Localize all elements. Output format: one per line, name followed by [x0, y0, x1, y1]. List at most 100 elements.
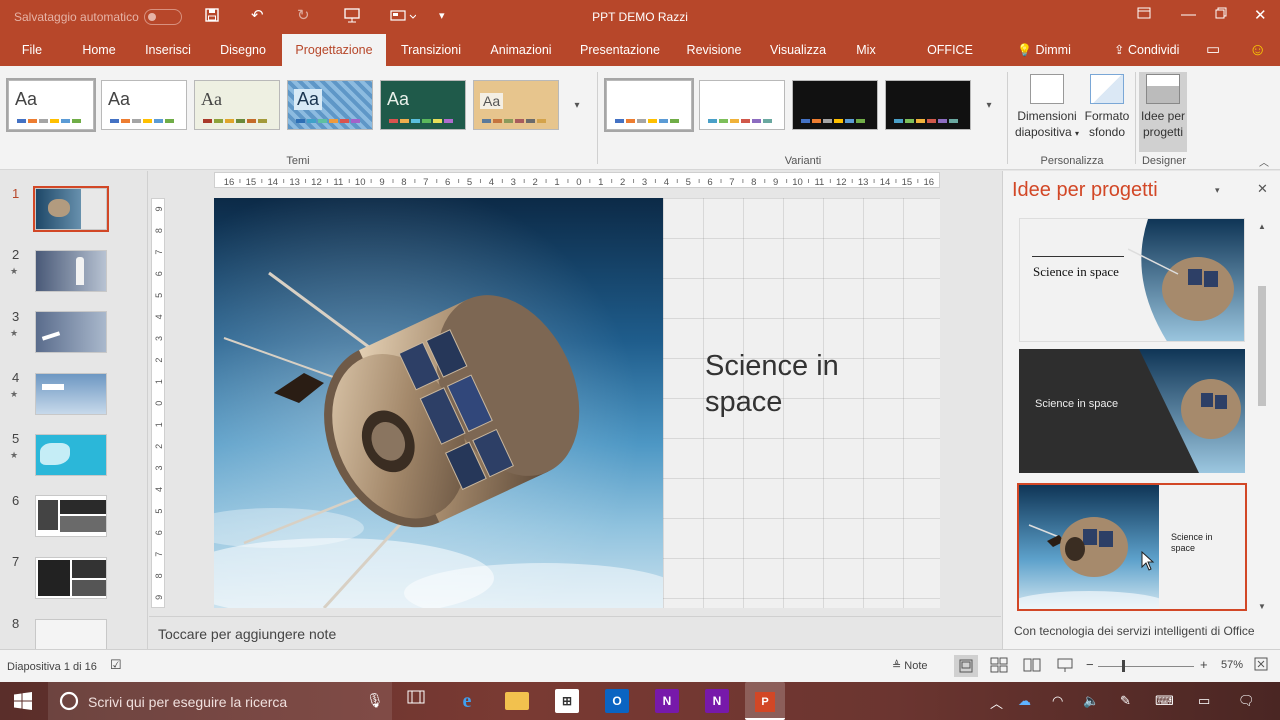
tell-me-box[interactable]: 💡 Dimmi	[1017, 34, 1071, 66]
slide-thumbnail-2[interactable]	[35, 250, 107, 292]
tab-transitions[interactable]: Transizioni	[395, 34, 467, 66]
pen-icon[interactable]: ✎	[1120, 693, 1131, 709]
tab-file[interactable]: File	[8, 34, 56, 66]
pane-close-icon[interactable]: ✕	[1257, 181, 1268, 197]
microphone-icon[interactable]: 🎙	[366, 692, 384, 709]
close-icon[interactable]: ✕	[1254, 6, 1267, 24]
spell-check-icon[interactable]: ☑	[110, 657, 122, 673]
tab-mix[interactable]: Mix	[848, 34, 884, 66]
network-icon[interactable]: ◠	[1052, 693, 1063, 709]
tab-home[interactable]: Home	[72, 34, 126, 66]
status-bar: Diapositiva 1 di 16 ☑ ≜ Note − + 57%	[0, 649, 1280, 682]
ruler-tick-label: 9	[154, 595, 164, 600]
restore-icon[interactable]	[1215, 6, 1227, 23]
format-background-button[interactable]: Formato sfondo	[1082, 72, 1132, 140]
tab-slideshow[interactable]: Presentazione	[575, 34, 665, 66]
current-slide[interactable]: Science in space	[214, 198, 940, 608]
zoom-slider-thumb[interactable]	[1122, 660, 1126, 672]
taskbar-window-icon[interactable]: ▭	[1198, 693, 1210, 709]
file-explorer-icon[interactable]	[505, 692, 529, 710]
notes-button[interactable]: ≜ Note	[892, 659, 928, 672]
photo-thumb	[60, 516, 106, 532]
onenote-2-icon[interactable]: N	[705, 689, 729, 713]
design-idea-1[interactable]: Science in space	[1019, 218, 1245, 342]
slide-sorter-icon[interactable]	[990, 657, 1008, 676]
store-icon[interactable]: ⊞	[555, 689, 579, 713]
notes-pane[interactable]: Toccare per aggiungere note	[149, 616, 1001, 649]
ruler-tick-label: 12	[836, 177, 847, 188]
variants-more-icon[interactable]: ▾	[977, 80, 1001, 132]
tab-animations[interactable]: Animazioni	[483, 34, 559, 66]
slide-thumbnail-8[interactable]	[35, 619, 107, 649]
slide-thumbnail-4[interactable]	[35, 373, 107, 415]
keyboard-icon[interactable]: ⌨	[1155, 693, 1174, 709]
action-center-icon[interactable]: 🗨	[1238, 693, 1255, 709]
theme-office-2[interactable]: Aa	[101, 80, 187, 130]
variant-2[interactable]	[699, 80, 785, 130]
slideshow-view-icon[interactable]	[1056, 657, 1074, 676]
zoom-percentage[interactable]: 57%	[1221, 659, 1243, 671]
zoom-in-icon[interactable]: +	[1200, 657, 1208, 672]
variant-3[interactable]	[792, 80, 878, 130]
powerpoint-taskbar-button[interactable]: P	[745, 682, 785, 720]
scrollbar-thumb[interactable]	[1258, 286, 1266, 406]
show-hidden-icons[interactable]: ︿	[990, 693, 1003, 712]
vertical-ruler: 9 8 7 6 5 4 3 2 1 0 1 2 3 4 5 6 7 8 9	[151, 198, 165, 608]
volume-icon[interactable]: 🔈	[1083, 693, 1099, 709]
variant-4[interactable]	[885, 80, 971, 130]
slide-size-button[interactable]: Dimensioni diapositiva ▾	[1012, 72, 1082, 142]
tab-insert[interactable]: Inserisci	[138, 34, 198, 66]
ruler-tick-label: 9	[154, 206, 164, 211]
design-pane-scrollbar[interactable]: ▲ ▼	[1255, 218, 1269, 614]
ribbon-display-icon[interactable]	[1137, 6, 1151, 24]
smiley-feedback-icon[interactable]: ☺	[1249, 34, 1266, 66]
normal-view-icon[interactable]	[954, 655, 978, 677]
theme-wood[interactable]: Aa	[473, 80, 559, 130]
slide-thumbnail-6[interactable]	[35, 495, 107, 537]
slide-number: 8	[12, 616, 20, 631]
design-idea-2[interactable]: Science in space	[1019, 349, 1245, 473]
theme-glyph: Aa	[294, 89, 323, 110]
comments-icon[interactable]: ▭	[1206, 34, 1220, 66]
design-idea-3[interactable]: Science in space	[1017, 483, 1247, 611]
onenote-icon[interactable]: N	[655, 689, 679, 713]
tab-view[interactable]: Visualizza	[764, 34, 832, 66]
fit-to-window-icon[interactable]	[1254, 657, 1268, 674]
themes-more-icon[interactable]: ▾	[565, 80, 589, 132]
outlook-icon[interactable]: O	[605, 689, 629, 713]
onedrive-icon[interactable]: ☁	[1018, 693, 1031, 709]
share-button[interactable]: ⇪ Condividi	[1114, 34, 1179, 66]
slide-title[interactable]: Science in space	[705, 348, 915, 420]
slide-number: 3	[12, 309, 20, 324]
slide-thumbnail-3[interactable]	[35, 311, 107, 353]
pane-options-icon[interactable]: ▾	[1215, 185, 1220, 196]
taskbar-search-box[interactable]: Scrivi qui per eseguire la ricerca 🎙	[48, 682, 392, 720]
theme-dark-green[interactable]: Aa	[380, 80, 466, 130]
tab-draw[interactable]: Disegno	[212, 34, 274, 66]
tab-office-remote[interactable]: OFFICE REMOTE	[899, 34, 1001, 89]
windows-start-icon[interactable]	[14, 692, 32, 713]
zoom-slider[interactable]	[1098, 666, 1194, 667]
ruler-tick-label: 0	[154, 401, 164, 406]
scroll-down-icon[interactable]: ▼	[1258, 602, 1266, 611]
edge-browser-icon[interactable]: e	[455, 689, 479, 713]
slide-thumbnail-5[interactable]	[35, 434, 107, 476]
task-view-icon[interactable]	[404, 689, 428, 713]
designer-group-label: Designer	[1141, 155, 1187, 167]
satellite-photo[interactable]	[214, 198, 663, 608]
variant-1[interactable]	[604, 78, 694, 132]
zoom-out-icon[interactable]: −	[1086, 657, 1094, 672]
tab-review[interactable]: Revisione	[681, 34, 747, 66]
theme-facet[interactable]: Aa	[194, 80, 280, 130]
minimize-icon[interactable]: —	[1181, 6, 1196, 23]
scroll-up-icon[interactable]: ▲	[1258, 222, 1266, 231]
theme-office[interactable]: Aa	[6, 78, 96, 132]
theme-pattern[interactable]: Aa	[287, 80, 373, 130]
design-ideas-button[interactable]: Idee per progetti	[1139, 72, 1187, 152]
collapse-ribbon-icon[interactable]: ︿	[1259, 154, 1269, 169]
slide-thumbnail-1[interactable]	[33, 186, 109, 232]
slide-size-label-1: Dimensioni	[1017, 109, 1077, 123]
reading-view-icon[interactable]	[1023, 657, 1041, 676]
tab-design[interactable]: Progettazione	[282, 34, 386, 66]
slide-thumbnail-7[interactable]	[35, 557, 107, 599]
